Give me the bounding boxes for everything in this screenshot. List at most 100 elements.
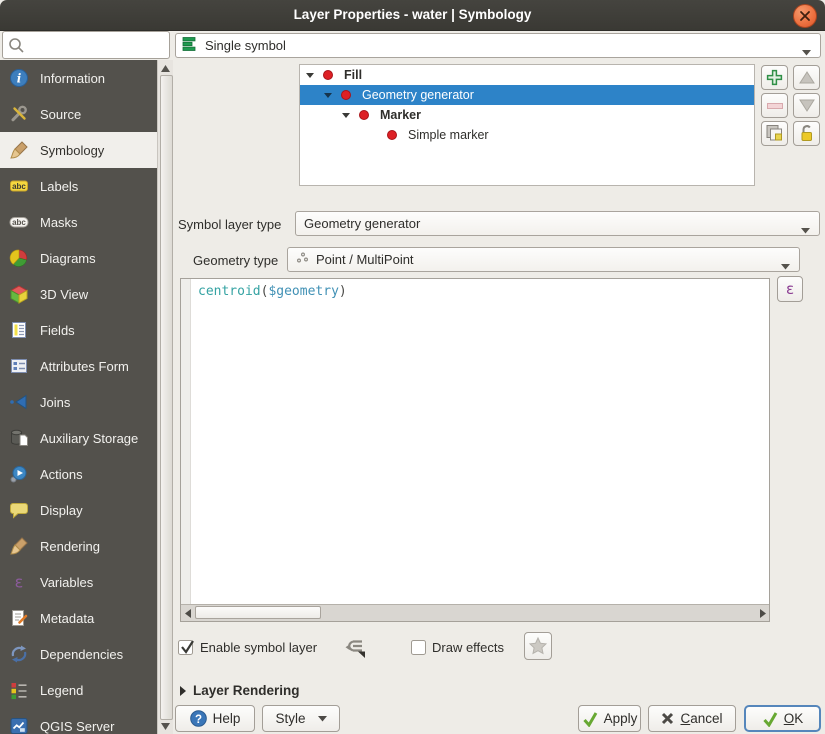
sidebar-item-label: Legend xyxy=(40,683,83,698)
apply-button[interactable]: Apply xyxy=(578,705,641,732)
sidebar-item-rendering[interactable]: Rendering xyxy=(0,528,157,564)
display-icon xyxy=(9,500,29,520)
sidebar-item-joins[interactable]: Joins xyxy=(0,384,157,420)
sidebar-item-actions[interactable]: Actions xyxy=(0,456,157,492)
sidebar-item-variables[interactable]: ε Variables xyxy=(0,564,157,600)
geometry-type-label: Geometry type xyxy=(193,253,278,268)
sidebar-item-display[interactable]: Display xyxy=(0,492,157,528)
sidebar-item-3d-view[interactable]: 3D View xyxy=(0,276,157,312)
sidebar-scrollbar[interactable] xyxy=(157,60,173,734)
tree-item-marker[interactable]: Marker xyxy=(300,105,754,125)
sidebar-item-fields[interactable]: Fields xyxy=(0,312,157,348)
window-title: Layer Properties - water | Symbology xyxy=(0,7,825,22)
scroll-down-icon[interactable] xyxy=(159,719,172,733)
sidebar-item-label: Display xyxy=(40,503,83,518)
sidebar-item-label: Joins xyxy=(40,395,70,410)
sidebar-item-masks[interactable]: abc Masks xyxy=(0,204,157,240)
chevron-down-icon xyxy=(781,258,790,273)
star-icon xyxy=(528,636,548,656)
sidebar-item-labels[interactable]: abc Labels xyxy=(0,168,157,204)
expression-variable: $geometry xyxy=(268,284,338,299)
down-arrow-icon xyxy=(799,99,815,112)
sidebar-item-label: Masks xyxy=(40,215,78,230)
unlock-icon xyxy=(797,124,816,143)
up-arrow-icon xyxy=(799,71,815,84)
layer-rendering-section[interactable]: Layer Rendering xyxy=(180,683,300,698)
lock-symbol-layer-button[interactable] xyxy=(793,121,820,146)
sidebar: i Information Source Symbology abc Label… xyxy=(0,60,157,734)
draw-effects-checkbox[interactable] xyxy=(411,640,426,655)
enable-symbol-layer-checkbox[interactable] xyxy=(178,640,193,655)
3d-view-icon xyxy=(9,284,29,304)
move-up-button[interactable] xyxy=(793,65,820,90)
data-defined-override-button[interactable] xyxy=(344,635,368,659)
sidebar-scrollbar-thumb[interactable] xyxy=(160,75,173,720)
tree-item-geometry-generator[interactable]: Geometry generator xyxy=(300,85,754,105)
editor-margin xyxy=(181,279,191,605)
style-button[interactable]: Style xyxy=(262,705,340,732)
sidebar-item-label: Source xyxy=(40,107,81,122)
add-symbol-layer-button[interactable] xyxy=(761,65,788,90)
symbol-layer-type-combo[interactable]: Geometry generator xyxy=(295,211,820,236)
symbol-preview-dot-icon xyxy=(341,90,351,100)
expression-function: centroid xyxy=(198,284,261,299)
renderer-type-combo[interactable]: Single symbol xyxy=(175,33,821,58)
masks-icon: abc xyxy=(9,212,29,232)
geometry-type-combo[interactable]: Point / MultiPoint xyxy=(287,247,800,272)
duplicate-symbol-layer-button[interactable] xyxy=(761,121,788,146)
editor-horizontal-scrollbar[interactable] xyxy=(181,604,769,621)
symbol-preview-dot-icon xyxy=(387,130,397,140)
expand-triangle-icon[interactable] xyxy=(324,93,332,98)
scroll-up-icon[interactable] xyxy=(159,61,172,75)
sidebar-item-attributes-form[interactable]: Attributes Form xyxy=(0,348,157,384)
expression-builder-button[interactable]: ε xyxy=(777,276,803,302)
expand-triangle-icon[interactable] xyxy=(306,73,314,78)
tree-item-fill[interactable]: Fill xyxy=(300,65,754,85)
effects-options-button[interactable] xyxy=(524,632,552,660)
scroll-right-icon[interactable] xyxy=(756,606,769,620)
sidebar-item-label: Dependencies xyxy=(40,647,123,662)
sidebar-item-legend[interactable]: Legend xyxy=(0,672,157,708)
variables-icon: ε xyxy=(9,572,29,592)
move-down-button[interactable] xyxy=(793,93,820,118)
sidebar-item-label: Attributes Form xyxy=(40,359,129,374)
search-input[interactable] xyxy=(27,33,167,57)
sidebar-item-label: Rendering xyxy=(40,539,100,554)
tree-item-label: Simple marker xyxy=(408,128,489,142)
dependencies-icon xyxy=(9,644,29,664)
svg-text:abc: abc xyxy=(12,182,26,191)
expand-triangle-icon[interactable] xyxy=(342,113,350,118)
sidebar-item-diagrams[interactable]: Diagrams xyxy=(0,240,157,276)
sidebar-item-label: Metadata xyxy=(40,611,94,626)
sidebar-item-metadata[interactable]: Metadata xyxy=(0,600,157,636)
sidebar-item-label: Labels xyxy=(40,179,78,194)
scroll-left-icon[interactable] xyxy=(181,606,194,620)
sidebar-item-dependencies[interactable]: Dependencies xyxy=(0,636,157,672)
data-defined-icon xyxy=(344,635,368,659)
symbol-preview-dot-icon xyxy=(323,70,333,80)
expression-editor[interactable]: centroid($geometry) xyxy=(180,278,770,622)
sidebar-item-label: 3D View xyxy=(40,287,88,302)
actions-icon xyxy=(9,464,29,484)
help-button[interactable]: ? Help xyxy=(175,705,255,732)
cancel-button[interactable]: Cancel xyxy=(648,705,736,732)
sidebar-item-qgis-server[interactable]: QGIS Server xyxy=(0,708,157,734)
editor-scrollbar-thumb[interactable] xyxy=(195,606,321,619)
sidebar-item-label: Fields xyxy=(40,323,75,338)
labels-icon: abc xyxy=(9,176,29,196)
expression-code[interactable]: centroid($geometry) xyxy=(198,284,347,299)
titlebar[interactable]: Layer Properties - water | Symbology xyxy=(0,0,825,31)
check-icon xyxy=(178,638,196,656)
layer-rendering-label: Layer Rendering xyxy=(193,683,300,698)
sidebar-item-source[interactable]: Source xyxy=(0,96,157,132)
sidebar-item-information[interactable]: i Information xyxy=(0,60,157,96)
sidebar-item-auxiliary-storage[interactable]: Auxiliary Storage xyxy=(0,420,157,456)
sidebar-item-symbology[interactable]: Symbology xyxy=(0,132,157,168)
remove-symbol-layer-button[interactable] xyxy=(761,93,788,118)
svg-text:ε: ε xyxy=(15,573,24,592)
close-button[interactable] xyxy=(793,4,817,28)
tree-item-simple-marker[interactable]: Simple marker xyxy=(300,125,754,145)
tree-item-label: Marker xyxy=(380,108,421,122)
qgis-server-icon xyxy=(9,716,29,734)
ok-button[interactable]: OK xyxy=(744,705,821,732)
